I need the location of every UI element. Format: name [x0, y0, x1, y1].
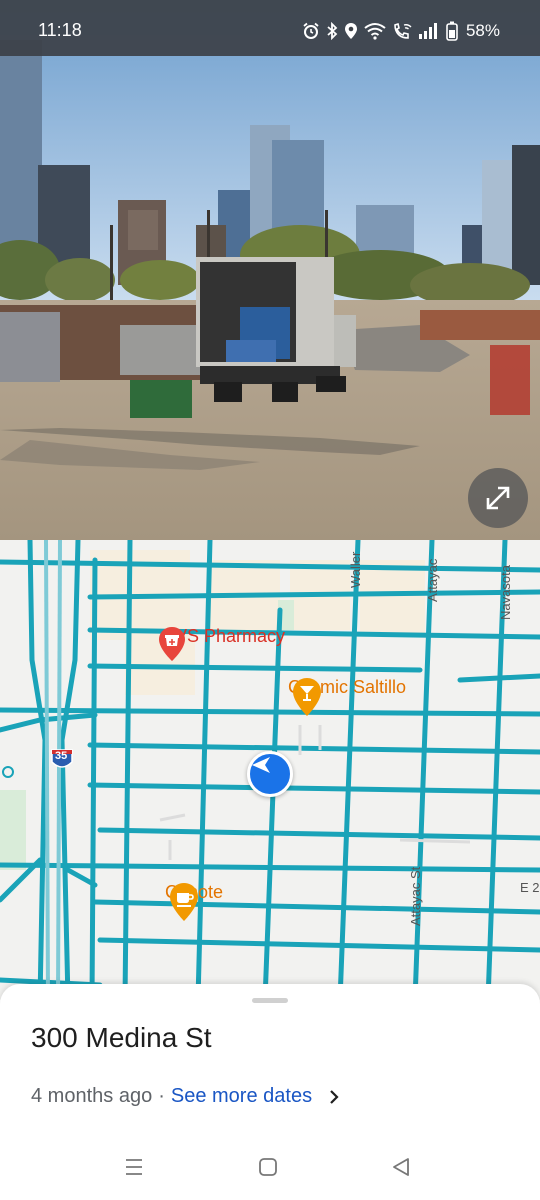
poi-cosmic-saltillo[interactable]: Cosmic Saltillo — [288, 677, 406, 716]
street-label-attayac-top: Attayac — [425, 558, 440, 602]
highway-shield-label: 35 — [55, 750, 68, 762]
map[interactable]: CVS Pharmacy Cosmic Saltillo Cenote Wall… — [0, 540, 540, 1000]
street-label-waller: Waller — [348, 551, 363, 588]
current-location-marker[interactable] — [247, 751, 293, 797]
street-label-attayac-st: Attayac St — [408, 866, 423, 926]
expand-icon — [486, 486, 510, 510]
date-row: 4 months ago · See more dates — [31, 1085, 340, 1108]
alarm-icon — [303, 22, 319, 39]
street-label-navasota: Navasota — [498, 565, 513, 620]
wifi-icon — [364, 23, 386, 40]
system-nav-bar — [0, 1140, 540, 1200]
back-icon — [393, 1158, 409, 1176]
bluetooth-icon — [327, 22, 338, 40]
cafe-pin-icon — [170, 883, 198, 921]
location-icon — [344, 23, 357, 39]
see-more-dates-link[interactable]: See more dates — [171, 1085, 312, 1108]
home-button[interactable] — [253, 1154, 283, 1180]
signal-icon — [418, 23, 437, 39]
navigation-arrow-icon — [252, 757, 270, 773]
recent-apps-button[interactable] — [119, 1154, 149, 1180]
date-separator: · — [158, 1085, 165, 1107]
chevron-right-icon[interactable] — [328, 1089, 340, 1105]
pharmacy-pin-icon — [159, 627, 185, 661]
home-icon — [259, 1158, 277, 1176]
street-view-image[interactable] — [0, 0, 540, 540]
status-bar: 11:18 58% — [0, 0, 540, 56]
recent-apps-icon — [126, 1159, 142, 1175]
capture-date: 4 months ago — [31, 1085, 153, 1107]
place-title: 300 Medina St — [31, 1022, 212, 1053]
battery-icon — [446, 21, 458, 41]
status-icons: 58% — [302, 18, 500, 44]
back-button[interactable] — [386, 1154, 416, 1180]
status-time: 11:18 — [38, 20, 82, 40]
wifi-calling-icon — [394, 22, 412, 39]
poi-cvs[interactable]: CVS Pharmacy — [158, 626, 285, 661]
battery-percent: 58% — [465, 21, 500, 40]
poi-cenote[interactable]: Cenote — [165, 882, 223, 921]
street-label-e2: E 2 — [520, 880, 540, 895]
expand-button[interactable] — [468, 468, 528, 528]
sheet-drag-handle[interactable] — [252, 998, 288, 1003]
bar-pin-icon — [293, 678, 321, 716]
